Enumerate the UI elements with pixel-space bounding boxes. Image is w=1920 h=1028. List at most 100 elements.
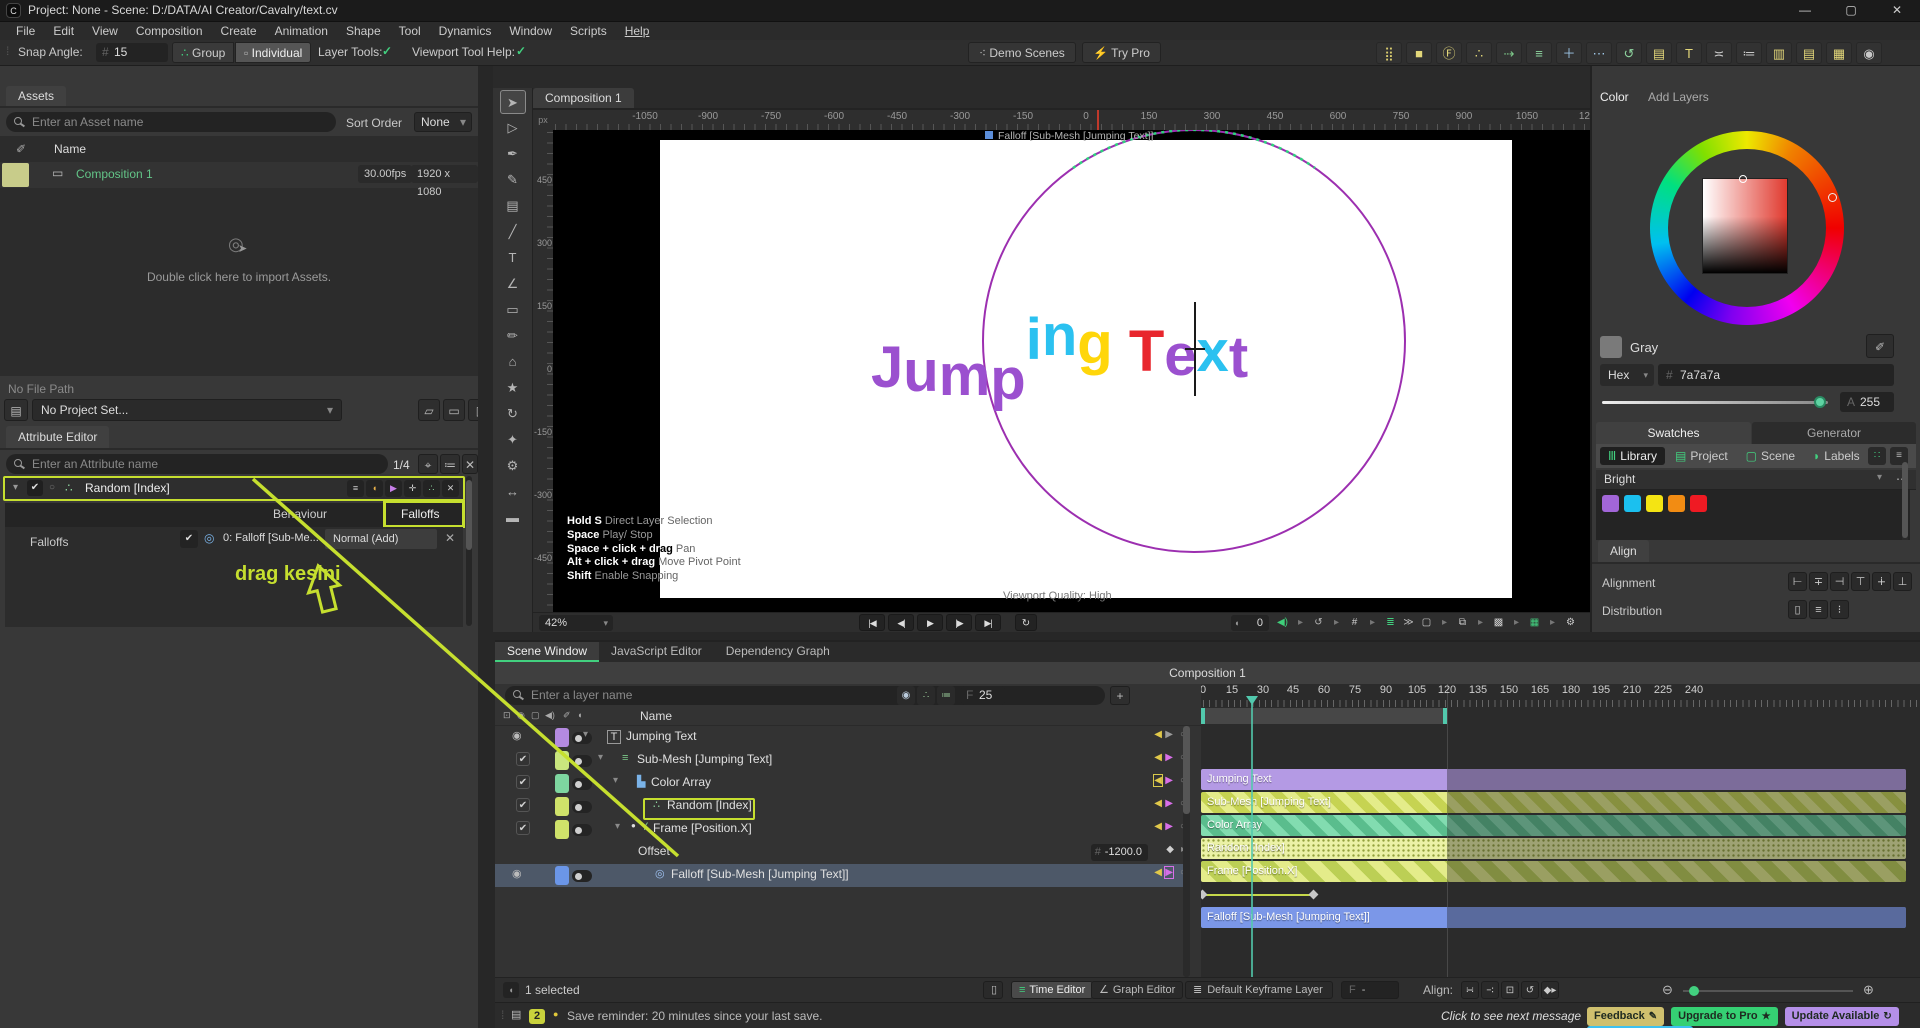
swatch-source-item[interactable]: ▤ Project: [1667, 447, 1736, 465]
tool-button[interactable]: ✏: [500, 324, 526, 348]
color-swatch[interactable]: [1690, 495, 1707, 512]
viewport-bar-icon[interactable]: ⧉: [1455, 614, 1470, 631]
footer-align-button[interactable]: ∺: [1461, 981, 1479, 999]
menu-item[interactable]: Create: [213, 22, 265, 40]
node-header-icon[interactable]: ✕: [442, 480, 459, 497]
tab-add-layers[interactable]: Add Layers: [1648, 90, 1709, 104]
minimize-button[interactable]: —: [1782, 0, 1828, 22]
snap-angle-field[interactable]: #15: [96, 43, 168, 62]
group-button[interactable]: ∴ Group: [172, 42, 235, 63]
timeline-bar[interactable]: Color Array: [1201, 815, 1906, 836]
layer-row[interactable]: Offset -1200.0 ◆ ▸: [495, 841, 1190, 864]
viewport-bar-icon[interactable]: ▦: [1527, 614, 1542, 631]
toolbar-icon[interactable]: ＋: [1556, 42, 1582, 64]
project-select[interactable]: No Project Set... ▾: [32, 399, 342, 421]
prev-keyframe-icon[interactable]: ◀: [1153, 774, 1163, 787]
prev-keyframe-icon[interactable]: ◀: [1154, 752, 1162, 763]
enabled-check-icon[interactable]: ✔: [516, 775, 530, 789]
alignment-button[interactable]: ∔: [1872, 572, 1891, 591]
playhead-line[interactable]: [1251, 704, 1253, 977]
enabled-check-icon[interactable]: ✔: [27, 480, 43, 496]
viewport-bar-icon[interactable]: ▸: [1545, 614, 1560, 631]
toolbar-icon[interactable]: ▥: [1766, 42, 1792, 64]
tool-button[interactable]: ∠: [500, 272, 526, 296]
sv-square[interactable]: [1702, 175, 1788, 274]
layer-color-chip[interactable]: [555, 820, 569, 839]
console-icon[interactable]: ▤: [511, 1008, 521, 1021]
layer-color-chip[interactable]: [555, 728, 569, 747]
color-swatch[interactable]: [1624, 495, 1641, 512]
frame-icon[interactable]: ▭: [443, 399, 465, 421]
menu-item[interactable]: Shape: [338, 22, 389, 40]
next-message-hint[interactable]: Click to see next message: [1441, 1009, 1581, 1023]
layer-row[interactable]: ✔ ∴ Random [Index] ◀ ▶ ○: [495, 795, 1190, 820]
viewport-bar-icon[interactable]: ◀): [1275, 614, 1290, 631]
falloff-item-label[interactable]: 0: Falloff [Sub-Me...: [223, 532, 319, 544]
toolbar-grip[interactable]: ⁞: [6, 44, 9, 58]
viewport-content[interactable]: Falloff [Sub-Mesh [Jumping Text]] Jumpin…: [553, 130, 1592, 612]
chevron-down-icon[interactable]: ▾: [1877, 472, 1882, 483]
tool-button[interactable]: ╱: [500, 220, 526, 244]
timeline-bar[interactable]: Frame [Position.X]: [1201, 861, 1906, 882]
alignment-button[interactable]: ⊤: [1851, 572, 1870, 591]
tab-color[interactable]: Color: [1600, 90, 1629, 104]
swatch-source-item[interactable]: ▢ Scene: [1738, 447, 1803, 465]
footer-align-button[interactable]: ◆▸: [1541, 981, 1559, 999]
layer-row[interactable]: ✔ ▾ ≡ Sub-Mesh [Jumping Text] ◀ ▶ ○: [495, 749, 1190, 772]
keyframe-layer-select[interactable]: ≣ Default Keyframe Layer: [1185, 981, 1333, 999]
menu-item[interactable]: Dynamics: [431, 22, 500, 40]
menu-item[interactable]: Composition: [128, 22, 211, 40]
tab-generator[interactable]: Generator: [1752, 422, 1916, 444]
layer-row[interactable]: ◉ ◎ Falloff [Sub-Mesh [Jumping Text]] ◀ …: [495, 864, 1190, 887]
tab-align[interactable]: Align: [1598, 540, 1649, 562]
menu-item[interactable]: Animation: [267, 22, 336, 40]
expand-chevron-icon[interactable]: ▾: [615, 821, 620, 832]
toolbar-icon[interactable]: ◉: [1856, 42, 1882, 64]
tool-button[interactable]: ↔: [500, 480, 526, 504]
tool-button[interactable]: ➤: [499, 90, 526, 114]
blend-mode-select[interactable]: Normal (Add): [325, 529, 437, 549]
viewport-bar-icon[interactable]: ▸: [1473, 614, 1488, 631]
transport-button[interactable]: |◀: [859, 614, 885, 631]
footer-align-button[interactable]: ↺: [1521, 981, 1539, 999]
menu-item[interactable]: Tool: [391, 22, 429, 40]
viewport-bar-icon[interactable]: ▸: [1437, 614, 1452, 631]
layer-toggle[interactable]: [572, 778, 592, 790]
layer-name[interactable]: Sub-Mesh [Jumping Text]: [637, 752, 772, 766]
toolbar-icon[interactable]: ↺: [1616, 42, 1642, 64]
next-keyframe-icon[interactable]: ▶: [1165, 775, 1173, 786]
import-assets-hint[interactable]: Double click here to import Assets.: [0, 270, 478, 284]
timeline-bar[interactable]: Random [Index]: [1201, 838, 1906, 859]
asset-color-chip[interactable]: [2, 163, 29, 187]
menu-item[interactable]: Window: [501, 22, 560, 40]
remove-falloff-icon[interactable]: ✕: [445, 531, 455, 545]
graph-editor-button[interactable]: ∠ Graph Editor: [1091, 981, 1184, 999]
viewport-bar-icon[interactable]: ▩: [1491, 614, 1506, 631]
toolbar-icon[interactable]: ▤: [1796, 42, 1822, 64]
layer-name[interactable]: Jumping Text: [626, 729, 696, 743]
node-header-icon[interactable]: ▶: [385, 480, 402, 497]
node-header-icon[interactable]: ✛: [404, 480, 421, 497]
expand-chevron-icon[interactable]: ▾: [598, 752, 603, 763]
zoom-in-icon[interactable]: ⊕: [1863, 982, 1874, 998]
keyframe-diamond-icon[interactable]: ◆: [1166, 844, 1174, 855]
layer-tools-check-icon[interactable]: ✓: [382, 44, 392, 58]
asset-row-composition[interactable]: ▭ Composition 1 30.00fps 1920 x 1080: [0, 162, 478, 198]
transport-button[interactable]: |▶: [946, 614, 972, 631]
eyedropper-icon[interactable]: ✐: [16, 142, 26, 156]
layer-name[interactable]: Offset: [638, 844, 670, 858]
next-keyframe-icon[interactable]: ▶: [1165, 752, 1173, 763]
viewport-bar-icon[interactable]: ▸: [1329, 614, 1344, 631]
transport-button[interactable]: ▶: [917, 614, 943, 631]
keyframe-diamond[interactable]: [1201, 889, 1208, 900]
layer-name[interactable]: Frame [Position.X]: [653, 821, 752, 835]
timeline-zoom-knob[interactable]: [1689, 986, 1699, 996]
viewport-help-check-icon[interactable]: ✓: [516, 44, 526, 58]
alpha-slider-knob[interactable]: [1814, 396, 1826, 408]
node-header-icon[interactable]: ◖: [366, 480, 383, 497]
random-index-header[interactable]: ▾ ✔ ○ ∴ Random [Index] ≡ ◖ ▶ ✛ ∴ ✕: [3, 476, 465, 501]
alpha-slider[interactable]: [1602, 396, 1828, 408]
tool-button[interactable]: ✎: [500, 168, 526, 192]
viewport-bar-icon[interactable]: ▸: [1365, 614, 1380, 631]
toolbar-icon[interactable]: ⋯: [1586, 42, 1612, 64]
